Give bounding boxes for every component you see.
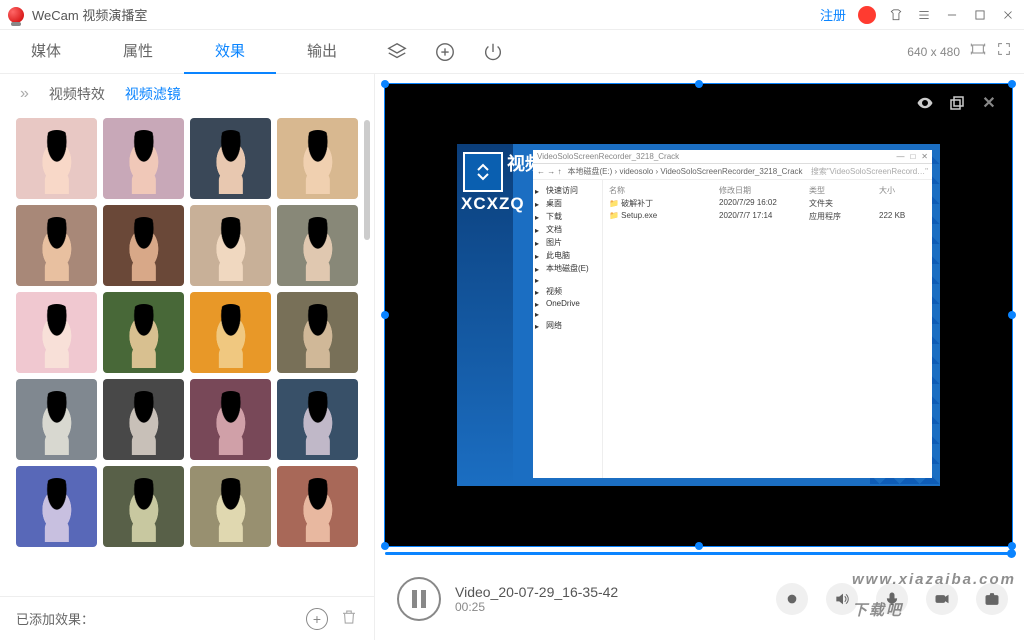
filter-thumb[interactable] — [103, 466, 184, 547]
visibility-icon[interactable] — [916, 94, 934, 112]
filter-scrollbar[interactable] — [364, 120, 370, 240]
explorer-side-item: ▸ — [535, 275, 600, 285]
pause-button[interactable] — [397, 577, 441, 621]
explorer-side-item: ▸下载 — [535, 210, 600, 223]
filter-thumb[interactable] — [16, 466, 97, 547]
tab-output[interactable]: 输出 — [276, 30, 368, 74]
filter-thumb[interactable] — [16, 292, 97, 373]
filter-thumb[interactable] — [277, 379, 358, 460]
titlebar: WeCam 视频演播室 注册 — [0, 0, 1024, 30]
added-effects-row: 已添加效果： + — [0, 596, 374, 640]
minimize-icon[interactable] — [944, 7, 960, 23]
popout-icon[interactable] — [948, 94, 966, 112]
tab-effects[interactable]: 效果 — [184, 30, 276, 74]
track-name: Video_20-07-29_16-35-42 — [455, 584, 618, 600]
subtab-video-fx[interactable]: 视频特效 — [49, 84, 105, 104]
add-effect-button[interactable]: + — [306, 608, 328, 630]
explorer-side-item: ▸桌面 — [535, 197, 600, 210]
file-explorer-window: VideoSoloScreenRecorder_3218_Crack—□✕ ← … — [533, 150, 932, 478]
effects-sidebar: » 视频特效 视频滤镜 已添加效果： + — [0, 74, 375, 640]
app-title: WeCam 视频演播室 — [32, 5, 147, 24]
chat-icon[interactable] — [858, 6, 876, 24]
video-content: 视频 XCXZQ VideoSoloScreenRecorder_3218_Cr… — [457, 144, 940, 486]
filter-thumb[interactable] — [103, 118, 184, 199]
power-icon[interactable] — [482, 41, 504, 63]
explorer-side-item: ▸图片 — [535, 236, 600, 249]
fit-icon[interactable] — [970, 41, 986, 62]
main-tabs: 媒体 属性 效果 输出 640 x 480 — [0, 30, 1024, 74]
filter-thumb[interactable] — [16, 205, 97, 286]
filter-thumb[interactable] — [277, 292, 358, 373]
delete-effect-button[interactable] — [340, 607, 358, 630]
close-icon[interactable] — [1000, 7, 1016, 23]
filter-thumb[interactable] — [277, 205, 358, 286]
filter-thumb[interactable] — [103, 292, 184, 373]
explorer-side-item: ▸文档 — [535, 223, 600, 236]
tab-props[interactable]: 属性 — [92, 30, 184, 74]
filter-thumb[interactable] — [103, 379, 184, 460]
explorer-side-item: ▸此电脑 — [535, 249, 600, 262]
filter-thumb[interactable] — [277, 118, 358, 199]
preview-close-icon[interactable]: ✕ — [980, 94, 998, 112]
menu-icon[interactable] — [916, 7, 932, 23]
tab-media[interactable]: 媒体 — [0, 30, 92, 74]
explorer-side-item: ▸本地磁盘(E) — [535, 262, 600, 275]
file-row: 📁 破解补丁2020/7/29 16:02文件夹 — [609, 197, 926, 210]
record-button[interactable] — [776, 583, 808, 615]
filter-thumb[interactable] — [103, 205, 184, 286]
app-logo-icon — [8, 7, 24, 23]
shirt-icon[interactable] — [888, 7, 904, 23]
add-circle-icon[interactable] — [434, 41, 456, 63]
filter-thumb[interactable] — [16, 379, 97, 460]
filter-thumb[interactable] — [190, 205, 271, 286]
preview-area: ✕ 视频 XCXZQ VideoSoloScreenRecorder_3218_… — [375, 74, 1024, 640]
filter-thumb[interactable] — [190, 466, 271, 547]
filter-thumb[interactable] — [190, 379, 271, 460]
resolution-label: 640 x 480 — [907, 45, 960, 59]
fullscreen-icon[interactable] — [996, 41, 1012, 62]
layers-icon[interactable] — [386, 41, 408, 63]
explorer-side-item: ▸ — [535, 309, 600, 319]
explorer-side-item: ▸网络 — [535, 319, 600, 332]
filter-thumb[interactable] — [190, 292, 271, 373]
maximize-icon[interactable] — [972, 7, 988, 23]
filter-grid — [16, 118, 358, 547]
filter-thumb[interactable] — [277, 466, 358, 547]
subtab-video-filter[interactable]: 视频滤镜 — [125, 84, 181, 104]
watermark: www.xiazaiba.com下载吧 — [852, 560, 1016, 622]
more-subtabs-icon[interactable]: » — [20, 85, 29, 103]
filter-thumb[interactable] — [190, 118, 271, 199]
added-effects-label: 已添加效果： — [16, 609, 94, 628]
track-time: 00:25 — [455, 600, 618, 614]
file-row: 📁 Setup.exe2020/7/7 17:14应用程序222 KB — [609, 210, 926, 223]
explorer-side-item: ▸视频 — [535, 285, 600, 298]
register-link[interactable]: 注册 — [820, 5, 846, 24]
explorer-side-item: ▸OneDrive — [535, 298, 600, 309]
explorer-side-item: ▸快速访问 — [535, 184, 600, 197]
overlay-subtitle: XCXZQ — [461, 194, 525, 214]
filter-thumb[interactable] — [16, 118, 97, 199]
preview-canvas[interactable]: ✕ 视频 XCXZQ VideoSoloScreenRecorder_3218_… — [385, 84, 1012, 546]
